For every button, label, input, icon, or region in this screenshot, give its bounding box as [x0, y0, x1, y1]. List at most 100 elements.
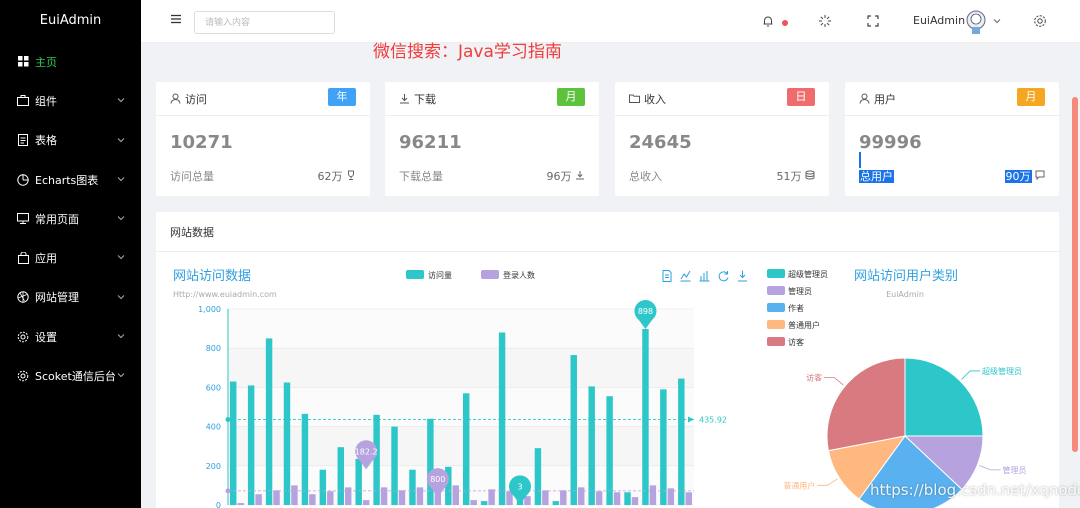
bar-logins [613, 492, 621, 505]
bar-visits [588, 386, 595, 505]
message-icon [1035, 170, 1045, 181]
bar-visits [552, 501, 560, 505]
max-marker-logins-label: 800 [430, 475, 445, 484]
split-area [228, 426, 694, 466]
bar-logins [380, 487, 388, 505]
data-view-icon[interactable] [662, 270, 672, 282]
chevron-down-icon[interactable] [992, 16, 1002, 26]
avg-line-start [225, 417, 231, 423]
bar-visits [391, 426, 398, 505]
sub-value-text: 96万 [546, 170, 572, 183]
bar-visits [463, 393, 470, 505]
sidebar-item-settings[interactable]: 设置 [0, 317, 141, 356]
pie-legend-swatch [767, 269, 785, 278]
pie-legend-swatch [767, 337, 785, 346]
database-icon [805, 170, 815, 180]
pie-legend-label: 超级管理员 [788, 269, 828, 279]
bell-icon[interactable] [761, 14, 775, 28]
pie-slice-label: 访客 [806, 372, 822, 382]
sidebar-item-socket[interactable]: Scoket通信后台 [0, 356, 141, 395]
bar-logins [631, 497, 639, 505]
bar-visits [265, 338, 273, 505]
sidebar-item-tables[interactable]: 表格 [0, 121, 141, 160]
restore-icon[interactable] [718, 271, 729, 282]
pie-label-line [961, 370, 981, 380]
pie-legend-label: 普通用户 [788, 320, 820, 330]
sidebar-item-apps[interactable]: 应用 [0, 238, 141, 277]
monitor-icon [17, 213, 29, 225]
card-title: 用户 [874, 92, 896, 106]
sidebar-item-label: 组件 [35, 94, 57, 108]
bar-chart-title: 网站访问数据 [173, 269, 251, 284]
menu-toggle-icon[interactable] [170, 13, 182, 25]
chevron-down-icon [117, 255, 125, 260]
scrollbar-thumb[interactable] [1072, 97, 1078, 452]
bar-chart-icon[interactable] [699, 271, 710, 282]
panel-title: 网站数据 [156, 212, 1059, 252]
fullscreen-icon[interactable] [866, 14, 880, 28]
chevron-down-icon [117, 98, 125, 103]
stat-sub-value: 90万 [1004, 168, 1046, 184]
bar-visits [283, 382, 291, 505]
sidebar-item-components[interactable]: 组件 [0, 81, 141, 120]
stat-card-income: 收入 日 24645 总收入 51万 [615, 82, 829, 196]
pie-label-line [817, 478, 838, 486]
stat-card-visits: 访问 年 10271 访问总量 62万 [156, 82, 370, 196]
bar-visits [660, 389, 667, 505]
bar-visits [642, 328, 649, 505]
loading-spinner-icon[interactable] [818, 14, 832, 28]
card-title: 收入 [644, 92, 666, 106]
sidebar-item-label: 设置 [35, 330, 57, 344]
pie-slice [826, 357, 906, 452]
chevron-down-icon [117, 334, 125, 339]
y-tick-label: 200 [206, 462, 221, 471]
download-icon [400, 94, 409, 104]
y-tick-label: 400 [206, 423, 221, 432]
avatar[interactable] [964, 9, 988, 35]
user-icon [170, 93, 181, 104]
sidebar-item-label: 表格 [35, 134, 57, 148]
bar-visits [570, 355, 577, 505]
pie-legend-label: 访客 [788, 337, 804, 347]
y-tick-label: 1,000 [198, 305, 221, 314]
search-input[interactable] [194, 11, 335, 34]
bar-logins [255, 494, 262, 505]
chevron-down-icon [117, 177, 125, 182]
stat-value: 24645 [629, 132, 692, 153]
scrollbar[interactable] [1072, 97, 1078, 452]
stat-sub-value: 96万 [547, 168, 586, 184]
split-area [228, 465, 694, 505]
bar-logins [362, 500, 370, 505]
bar-logins [237, 503, 244, 505]
pie-slice-label: 超级管理员 [982, 366, 1022, 376]
stat-card-users: 用户 月 99996 总用户 90万 [845, 82, 1059, 196]
y-tick-label: 0 [216, 501, 221, 508]
bar-logins [452, 485, 459, 505]
save-image-icon[interactable] [738, 270, 747, 282]
card-header: 下载 月 [385, 82, 599, 116]
app-logo: EuiAdmin [39, 13, 102, 28]
notification-dot [782, 20, 788, 26]
pie-chart-title: 网站访问用户类别 [854, 268, 958, 284]
marker-logins-label: 182.2 [355, 447, 378, 456]
user-name[interactable]: EuiAdmin [913, 14, 965, 27]
card-header: 用户 月 [845, 82, 1059, 116]
card-header: 访问 年 [156, 82, 370, 116]
line-chart-icon[interactable] [680, 270, 691, 282]
sidebar-item-echarts[interactable]: Echarts图表 [0, 160, 141, 199]
bar-visits [534, 448, 542, 505]
max-marker-visits-label: 898 [638, 307, 653, 316]
bar-visits [301, 413, 309, 505]
chevron-down-icon [117, 294, 125, 299]
sidebar-item-site-admin[interactable]: 网站管理 [0, 278, 141, 317]
sidebar-item-pages[interactable]: 常用页面 [0, 199, 141, 238]
pie-chart-icon [17, 173, 29, 186]
avg-line-label: 435.92 [699, 416, 727, 425]
sidebar-item-home[interactable]: 主页 [0, 42, 141, 81]
bar-logins [595, 491, 603, 505]
sidebar: EuiAdmin 主页 组件 表格 Echarts图表 常用页面 应用 网站管理… [0, 0, 141, 508]
bar-logins [577, 487, 585, 505]
bar-visits [409, 469, 416, 505]
stat-label: 下载总量 [399, 170, 443, 183]
gear-icon[interactable] [1033, 14, 1047, 28]
